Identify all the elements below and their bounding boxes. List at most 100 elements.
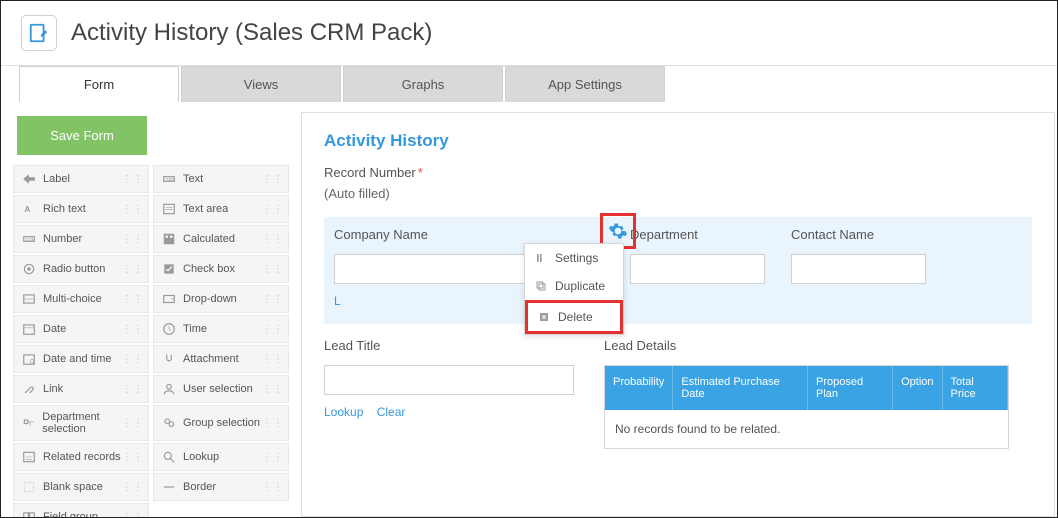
grip-icon: ⋮⋮ bbox=[122, 324, 144, 335]
link-icon bbox=[20, 381, 38, 397]
palette-user-selection[interactable]: User selection⋮⋮ bbox=[153, 375, 289, 403]
related-records-icon bbox=[20, 449, 38, 465]
group-selection-icon bbox=[160, 415, 178, 431]
palette-calculated[interactable]: Calculated⋮⋮ bbox=[153, 225, 289, 253]
section-title: Activity History bbox=[324, 131, 1032, 151]
text-icon: ABC bbox=[160, 171, 178, 187]
tab-bar: Form Views Graphs App Settings bbox=[1, 66, 1057, 102]
form-icon bbox=[28, 22, 50, 44]
grip-icon: ⋮⋮ bbox=[122, 354, 144, 365]
grip-icon: ⋮⋮ bbox=[262, 204, 284, 215]
tab-graphs[interactable]: Graphs bbox=[343, 66, 503, 102]
svg-text:123: 123 bbox=[26, 237, 34, 242]
lookup-link[interactable]: Lookup bbox=[324, 405, 363, 419]
date-icon bbox=[20, 321, 38, 337]
radio-button-icon bbox=[20, 261, 38, 277]
palette-check-box[interactable]: Check box⋮⋮ bbox=[153, 255, 289, 283]
svg-text:A: A bbox=[24, 205, 30, 214]
lookup-icon bbox=[160, 449, 178, 465]
app-header: Activity History (Sales CRM Pack) bbox=[1, 1, 1057, 66]
palette-border[interactable]: Border⋮⋮ bbox=[153, 473, 289, 501]
time-icon bbox=[160, 321, 178, 337]
department-selection-icon bbox=[20, 415, 37, 431]
form-canvas: Activity History Record Number* (Auto fi… bbox=[301, 112, 1055, 517]
grip-icon: ⋮⋮ bbox=[262, 482, 284, 493]
department-input[interactable] bbox=[630, 254, 765, 284]
grip-icon: ⋮⋮ bbox=[122, 204, 144, 215]
label-icon bbox=[20, 171, 38, 187]
palette-date-and-time[interactable]: Date and time⋮⋮ bbox=[13, 345, 149, 373]
record-number-value: (Auto filled) bbox=[324, 186, 1032, 201]
grip-icon: ⋮⋮ bbox=[262, 384, 284, 395]
grip-icon: ⋮⋮ bbox=[122, 234, 144, 245]
calculated-icon bbox=[160, 231, 178, 247]
multi-choice-icon bbox=[20, 291, 38, 307]
palette-label[interactable]: Label⋮⋮ bbox=[13, 165, 149, 193]
palette-text[interactable]: ABCText⋮⋮ bbox=[153, 165, 289, 193]
palette-time[interactable]: Time⋮⋮ bbox=[153, 315, 289, 343]
grip-icon: ⋮⋮ bbox=[262, 418, 284, 429]
grip-icon: ⋮⋮ bbox=[122, 512, 144, 518]
grip-icon: ⋮⋮ bbox=[262, 354, 284, 365]
grip-icon: ⋮⋮ bbox=[262, 174, 284, 185]
drop-down-icon bbox=[160, 291, 178, 307]
palette-rich-text[interactable]: ARich text⋮⋮ bbox=[13, 195, 149, 223]
col-proposed-plan: Proposed Plan bbox=[808, 366, 893, 410]
menu-settings[interactable]: Settings bbox=[525, 244, 623, 272]
col-total-price: Total Price bbox=[943, 366, 1008, 410]
palette-department-selection[interactable]: Department selection⋮⋮ bbox=[13, 405, 149, 441]
grip-icon: ⋮⋮ bbox=[122, 418, 144, 429]
lead-details-table: ProbabilityEstimated Purchase DatePropos… bbox=[604, 365, 1009, 449]
palette-field-group[interactable]: Field group⋮⋮ bbox=[13, 503, 149, 517]
tab-app-settings[interactable]: App Settings bbox=[505, 66, 665, 102]
record-number-label: Record Number* bbox=[324, 165, 1032, 180]
lead-details-label: Lead Details bbox=[604, 338, 1032, 353]
grip-icon: ⋮⋮ bbox=[122, 384, 144, 395]
rich-text-icon: A bbox=[20, 201, 38, 217]
palette-related-records[interactable]: Related records⋮⋮ bbox=[13, 443, 149, 471]
palette-attachment[interactable]: Attachment⋮⋮ bbox=[153, 345, 289, 373]
app-title: Activity History (Sales CRM Pack) bbox=[71, 19, 432, 47]
text-area-icon bbox=[160, 201, 178, 217]
grip-icon: ⋮⋮ bbox=[122, 482, 144, 493]
palette-date[interactable]: Date⋮⋮ bbox=[13, 315, 149, 343]
border-icon bbox=[160, 479, 178, 495]
duplicate-icon bbox=[535, 280, 549, 292]
company-row: Company Name L Settings bbox=[324, 217, 1032, 324]
department-label: Department bbox=[630, 227, 765, 242]
clear-link[interactable]: Clear bbox=[377, 405, 406, 419]
grip-icon: ⋮⋮ bbox=[122, 264, 144, 275]
menu-duplicate[interactable]: Duplicate bbox=[525, 272, 623, 300]
grip-icon: ⋮⋮ bbox=[262, 324, 284, 335]
blank-space-icon bbox=[20, 479, 38, 495]
field-palette: Label⋮⋮ABCText⋮⋮ARich text⋮⋮Text area⋮⋮1… bbox=[13, 165, 289, 517]
palette-drop-down[interactable]: Drop-down⋮⋮ bbox=[153, 285, 289, 313]
company-name-label: Company Name bbox=[334, 227, 584, 242]
palette-text-area[interactable]: Text area⋮⋮ bbox=[153, 195, 289, 223]
tab-views[interactable]: Views bbox=[181, 66, 341, 102]
date-and-time-icon bbox=[20, 351, 38, 367]
palette-group-selection[interactable]: Group selection⋮⋮ bbox=[153, 405, 289, 441]
palette-link[interactable]: Link⋮⋮ bbox=[13, 375, 149, 403]
palette-radio-button[interactable]: Radio button⋮⋮ bbox=[13, 255, 149, 283]
palette-number[interactable]: 123Number⋮⋮ bbox=[13, 225, 149, 253]
tab-form[interactable]: Form bbox=[19, 66, 179, 102]
contact-name-input[interactable] bbox=[791, 254, 926, 284]
app-icon bbox=[21, 15, 57, 51]
save-form-button[interactable]: Save Form bbox=[17, 116, 147, 155]
col-estimated-purchase-date: Estimated Purchase Date bbox=[673, 366, 808, 410]
grip-icon: ⋮⋮ bbox=[262, 264, 284, 275]
menu-delete[interactable]: Delete bbox=[525, 300, 623, 334]
palette-blank-space[interactable]: Blank space⋮⋮ bbox=[13, 473, 149, 501]
attachment-icon bbox=[160, 351, 178, 367]
lead-title-input[interactable] bbox=[324, 365, 574, 395]
delete-icon bbox=[538, 311, 552, 323]
user-selection-icon bbox=[160, 381, 178, 397]
check-box-icon bbox=[160, 261, 178, 277]
palette-lookup[interactable]: Lookup⋮⋮ bbox=[153, 443, 289, 471]
table-empty: No records found to be related. bbox=[605, 410, 1008, 448]
field-group-icon bbox=[20, 509, 38, 517]
gear-icon[interactable] bbox=[608, 221, 628, 241]
palette-multi-choice[interactable]: Multi-choice⋮⋮ bbox=[13, 285, 149, 313]
gear-menu: Settings Duplicate Delete bbox=[524, 243, 624, 335]
